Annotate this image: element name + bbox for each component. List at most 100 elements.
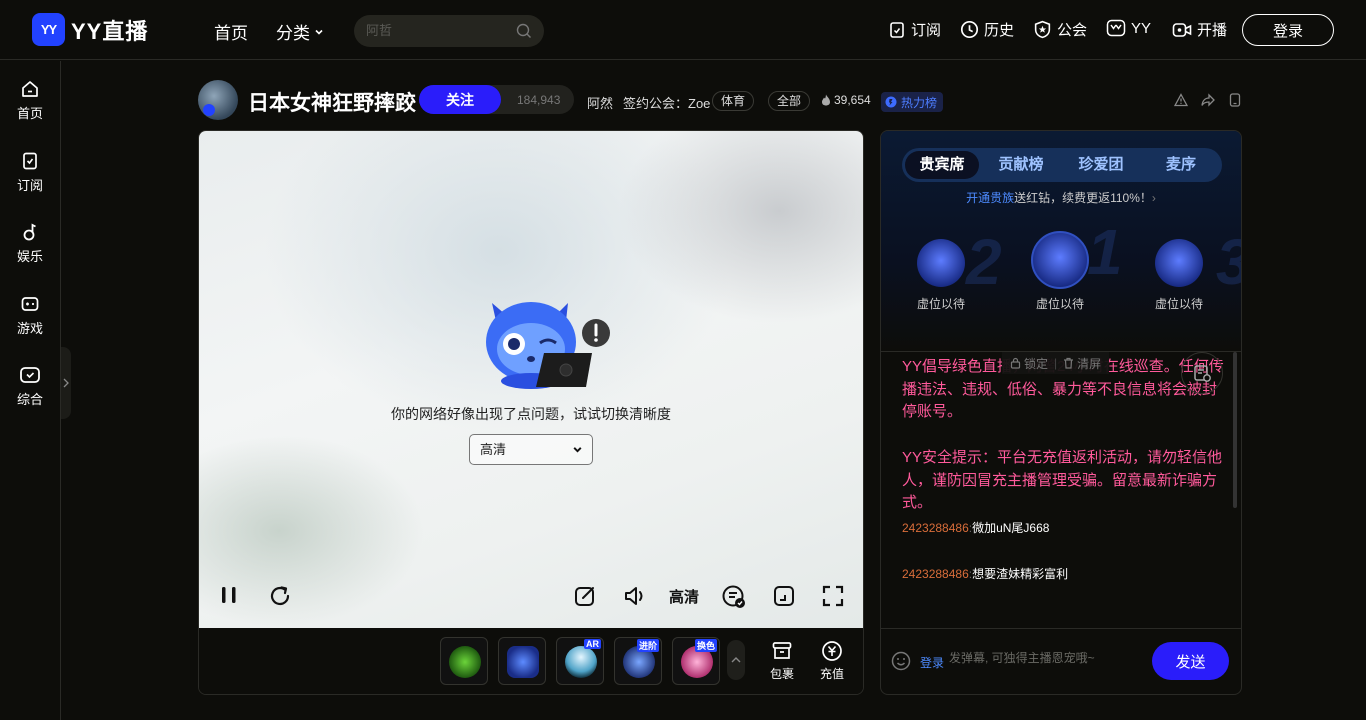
start-live-label: 开播 <box>1197 22 1228 39</box>
mobile-icon[interactable] <box>1229 93 1241 107</box>
vip-section: 贵宾席 贡献榜 珍爱团 麦序 开通贵族送红钻，续费更返110%！› 2 虚位以待… <box>881 131 1241 351</box>
home-icon <box>22 81 38 97</box>
ghost-gift-icon <box>565 646 597 678</box>
danmaku-input[interactable] <box>949 651 1139 665</box>
package-label: 包裹 <box>770 667 795 681</box>
search-icon[interactable] <box>516 23 532 39</box>
sidebar-item-home[interactable]: 首页 <box>0 79 60 122</box>
vip-text: 送红钻，续费更返110%！ <box>1014 191 1152 205</box>
gift-item[interactable]: 进阶 <box>614 637 662 685</box>
gift-item[interactable] <box>498 637 546 685</box>
clear-button[interactable]: 清屏 <box>1063 355 1101 372</box>
chat-text: 微加uN尾J668 <box>972 521 1050 535</box>
chevron-up-icon <box>731 657 741 663</box>
tab-mic-order[interactable]: 麦序 <box>1142 148 1220 182</box>
vip-link[interactable]: 开通贵族 <box>966 191 1014 205</box>
bookmark-icon <box>23 152 37 170</box>
tag-all[interactable]: 全部 <box>768 91 811 111</box>
edit-danmaku-icon[interactable] <box>573 584 597 608</box>
vip-seat-3[interactable]: 3 虚位以待 <box>1124 226 1241 312</box>
flame-icon <box>822 94 830 106</box>
nav-category[interactable]: 分类 <box>276 19 324 44</box>
chat-login-link[interactable]: 登录 <box>920 654 944 671</box>
gift-item[interactable]: 换色 <box>672 637 720 685</box>
recharge-button[interactable]: 充值 <box>820 640 844 682</box>
video-player: 你的网络好像出现了点问题，试试切换清晰度 高清 高清 AR 进阶 换色 包裹 充… <box>198 130 864 695</box>
quality-select[interactable]: 高清 <box>469 434 593 465</box>
sidebar-item-games[interactable]: 游戏 <box>0 294 60 337</box>
fullscreen-icon[interactable] <box>821 584 845 608</box>
clock-icon <box>960 20 979 39</box>
sidebar-item-general[interactable]: 综合 <box>0 365 60 408</box>
vip-seat-2[interactable]: 2 虚位以待 <box>886 226 1002 312</box>
chat-user[interactable]: 2423288486 <box>902 567 969 581</box>
emoji-icon[interactable] <box>891 651 911 671</box>
search-box[interactable] <box>354 15 544 47</box>
seat-rank: 3 <box>1216 225 1241 299</box>
heat-rank-badge[interactable]: 热力榜 <box>881 92 944 112</box>
lock-button[interactable]: 锁定 <box>1010 355 1048 372</box>
chat-user[interactable]: 2423288486 <box>902 521 969 535</box>
divider: | <box>1054 356 1058 370</box>
logo-mark: YY <box>32 13 65 46</box>
seat-label: 虚位以待 <box>916 297 965 311</box>
report-icon[interactable] <box>1174 93 1188 107</box>
follow-button[interactable]: 关注 <box>419 85 501 114</box>
danmaku-toggle-icon[interactable] <box>721 584 747 610</box>
tab-contribution[interactable]: 贡献榜 <box>982 148 1060 182</box>
seat-rank: 1 <box>1087 216 1123 288</box>
gift-item[interactable]: AR <box>556 637 604 685</box>
chat-area[interactable]: YY倡导绿色直播，网警24小时在线巡查。任何传播违法、违规、低俗、暴力等不良信息… <box>881 351 1241 628</box>
rank-icon <box>885 96 897 108</box>
share-icon[interactable] <box>1201 93 1215 107</box>
chevron-down-icon <box>315 29 323 35</box>
refresh-icon[interactable] <box>268 584 292 608</box>
yy-link[interactable]: YY <box>1106 19 1151 37</box>
vip-promo[interactable]: 开通贵族送红钻，续费更返110%！› <box>881 189 1241 206</box>
follow-group: 关注 184,943 <box>419 85 574 114</box>
sidebar-item-subscribe[interactable]: 订阅 <box>0 151 60 194</box>
video-area[interactable]: 你的网络好像出现了点问题，试试切换清晰度 高清 高清 <box>199 131 863 628</box>
start-live-link[interactable]: 开播 <box>1172 19 1227 40</box>
mascot-illustration <box>486 302 610 389</box>
chevron-down-icon <box>573 447 582 453</box>
subscribe-label: 订阅 <box>911 22 942 39</box>
guild-info[interactable]: 签约公会：Zoe <box>623 93 710 112</box>
subscribe-link[interactable]: 订阅 <box>888 19 941 40</box>
tab-fan-club[interactable]: 珍爱团 <box>1062 148 1140 182</box>
guild-link[interactable]: 公会 <box>1033 19 1087 40</box>
package-button[interactable]: 包裹 <box>770 640 794 682</box>
gamepad-icon <box>21 297 39 311</box>
quality-selected-value: 高清 <box>480 442 507 457</box>
host-avatar[interactable] <box>198 80 238 120</box>
sidebar-toggle[interactable] <box>61 347 71 419</box>
gift-expand-button[interactable] <box>727 640 745 680</box>
glove-gift-icon <box>507 646 539 678</box>
history-link[interactable]: 历史 <box>960 19 1014 40</box>
tag-sports[interactable]: 体育 <box>712 91 755 111</box>
sidebar-item-entertainment[interactable]: 娱乐 <box>0 222 60 265</box>
top-bar: YY YY直播 首页 分类 订阅 历史 公会 YY 开播 登录 <box>0 0 1366 60</box>
sidebar-item-label: 娱乐 <box>16 249 43 264</box>
vip-seat-1[interactable]: 1 虚位以待 <box>1005 216 1123 312</box>
search-input[interactable] <box>366 23 506 38</box>
verified-badge <box>203 104 215 116</box>
host-name[interactable]: 阿然 <box>587 93 613 112</box>
recharge-icon <box>822 641 842 661</box>
music-icon <box>23 223 36 241</box>
send-button[interactable]: 发送 <box>1152 642 1229 680</box>
chat-settings-button[interactable] <box>1181 352 1223 394</box>
chevron-right-icon: › <box>1151 191 1156 205</box>
yy-logo[interactable]: YY YY直播 <box>32 13 148 46</box>
follower-count: 184,943 <box>517 93 561 107</box>
volume-icon[interactable] <box>622 584 648 608</box>
chat-scrollbar[interactable] <box>1233 352 1237 508</box>
nav-home[interactable]: 首页 <box>214 19 248 44</box>
login-button[interactable]: 登录 <box>1242 14 1334 46</box>
pause-icon[interactable] <box>219 584 239 606</box>
quality-button[interactable]: 高清 <box>669 586 699 607</box>
tab-vip-seats[interactable]: 贵宾席 <box>905 151 979 179</box>
gift-item[interactable] <box>440 637 488 685</box>
clear-label: 清屏 <box>1077 356 1102 371</box>
picture-in-picture-icon[interactable] <box>772 584 796 608</box>
